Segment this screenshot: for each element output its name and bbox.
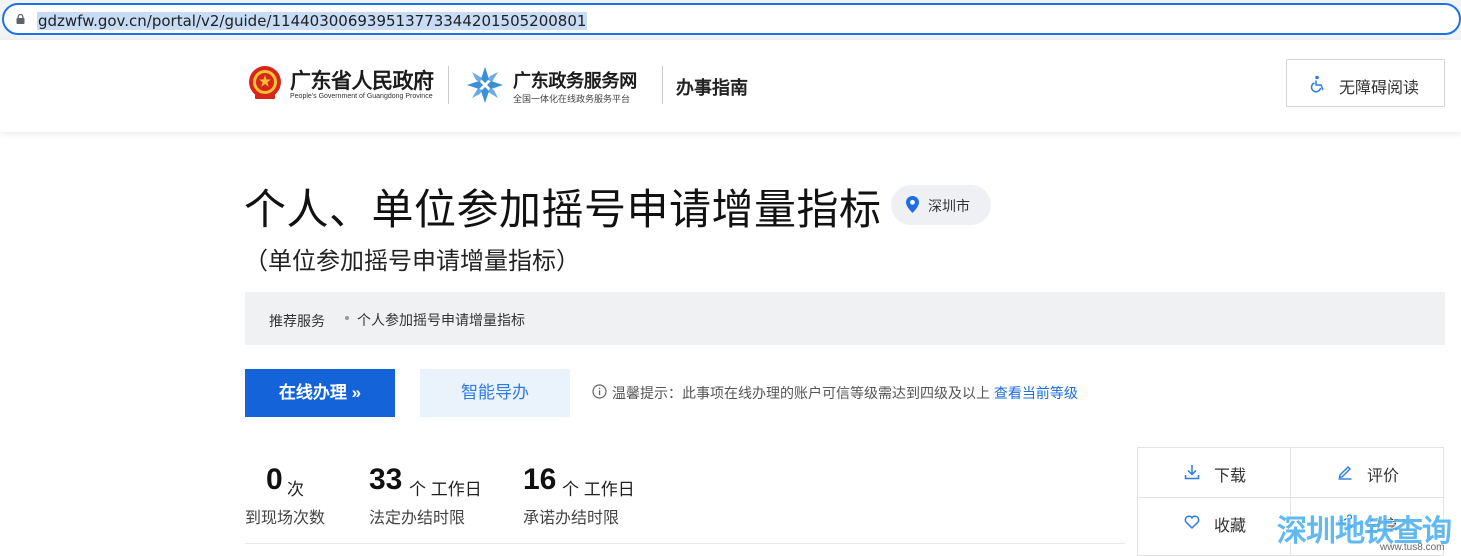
national-emblem-icon[interactable] <box>247 64 283 102</box>
stat-label: 到现场次数 <box>245 510 326 527</box>
divider <box>245 543 1125 544</box>
favorite-label: 收藏 <box>1214 518 1247 535</box>
location-label: 深圳市 <box>928 198 970 214</box>
browser-address-bar: gdzwfw.gov.cn/portal/v2/guide/1144030069… <box>0 0 1461 40</box>
stat-label: 承诺办结时限 <box>523 510 620 527</box>
recommended-label: 推荐服务 <box>269 313 325 329</box>
stat-value: 16 <box>523 463 557 496</box>
heart-icon <box>1184 515 1200 530</box>
edit-icon <box>1338 466 1352 480</box>
tip-message: 温馨提示：此事项在线办理的账户可信等级需达到四级及以上 查看当前等级 <box>612 383 1078 403</box>
accessibility-label: 无障碍阅读 <box>1339 80 1420 97</box>
tip-text: 温馨提示：此事项在线办理的账户可信等级需达到四级及以上 <box>612 385 990 401</box>
stat-unit: 个 工作日 <box>409 480 482 499</box>
section-title: 办事指南 <box>676 78 748 99</box>
header-divider <box>448 66 449 104</box>
location-pin-icon <box>906 196 919 213</box>
recommended-item-link[interactable]: 个人参加摇号申请增量指标 <box>357 310 525 330</box>
download-icon <box>1184 465 1200 480</box>
stat-unit: 个 工作日 <box>562 480 635 499</box>
recommended-services-bar: 推荐服务 个人参加摇号申请增量指标 <box>245 292 1445 345</box>
url-field[interactable]: gdzwfw.gov.cn/portal/v2/guide/1144030069… <box>2 3 1461 35</box>
favorite-button[interactable]: 收藏 <box>1138 498 1291 547</box>
info-icon <box>592 384 607 399</box>
stat-unit: 次 <box>287 480 304 499</box>
bullet-dot <box>345 316 349 320</box>
page-subtitle: （单位参加摇号申请增量指标） <box>244 247 580 275</box>
stat-value: 33 <box>369 463 403 496</box>
smart-guide-button[interactable]: 智能导办 <box>420 369 570 417</box>
url-text[interactable]: gdzwfw.gov.cn/portal/v2/guide/1144030069… <box>37 12 588 30</box>
accessibility-button[interactable]: 无障碍阅读 <box>1286 59 1445 107</box>
accessibility-icon <box>1310 75 1324 93</box>
gov-title[interactable]: 广东省人民政府 <box>290 65 434 95</box>
stat-label: 法定办结时限 <box>369 510 466 527</box>
gov-subtitle: People's Government of Guangdong Provinc… <box>290 93 433 100</box>
download-label: 下载 <box>1214 468 1247 485</box>
header-divider <box>662 66 663 104</box>
online-apply-button[interactable]: 在线办理 » <box>245 369 395 417</box>
lock-icon <box>16 14 25 24</box>
service-logo-icon[interactable] <box>466 66 504 104</box>
stat-value: 0 <box>266 463 283 496</box>
service-title[interactable]: 广东政务服务网 <box>513 67 637 93</box>
service-subtitle: 全国一体化在线政务服务平台 <box>513 94 631 104</box>
rate-label: 评价 <box>1367 468 1400 485</box>
check-level-link[interactable]: 查看当前等级 <box>994 385 1078 401</box>
page-title: 个人、单位参加摇号申请增量指标 <box>244 185 882 234</box>
site-header: 广东省人民政府 People's Government of Guangdong… <box>0 40 1461 132</box>
watermark-url: www.tus8.com <box>1380 542 1445 553</box>
location-badge[interactable]: 深圳市 <box>891 185 991 225</box>
rate-button[interactable]: 评价 <box>1291 448 1444 497</box>
download-button[interactable]: 下载 <box>1138 448 1291 497</box>
